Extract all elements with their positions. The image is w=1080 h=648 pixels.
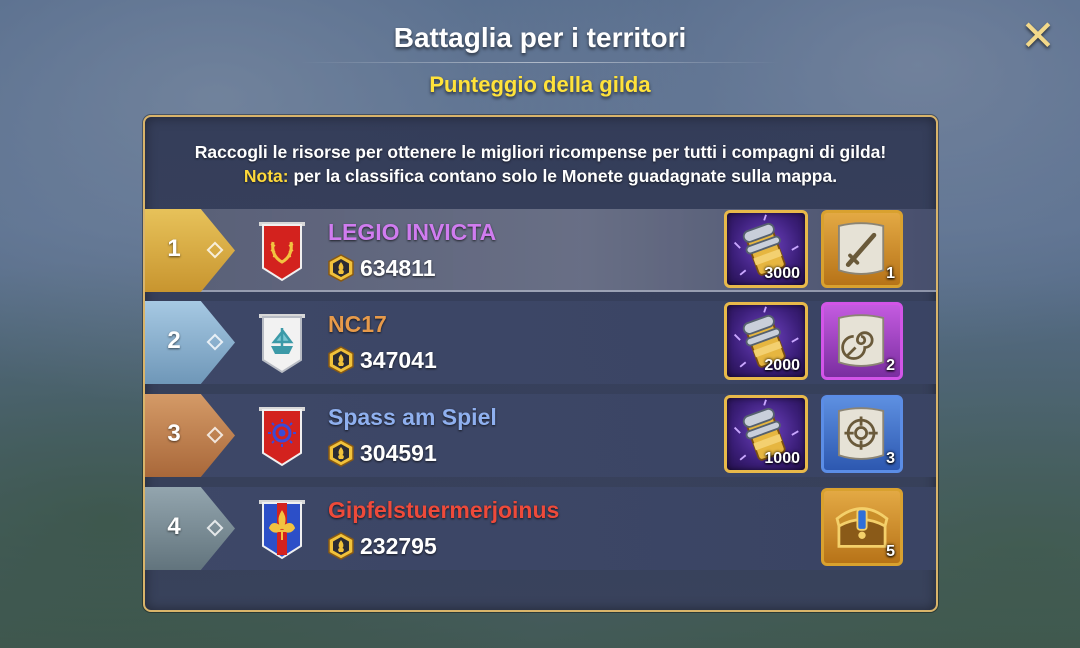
guild-coin-icon: [328, 532, 354, 560]
reward-count: 2: [886, 357, 895, 374]
guild-name: LEGIO INVICTA: [328, 219, 497, 245]
target-map-icon[interactable]: 3: [821, 395, 903, 473]
eye-banner-icon: [257, 405, 307, 467]
description-line: Raccogli le risorse per ottenere le migl…: [194, 142, 887, 162]
page-subtitle: Punteggio della gilda: [429, 72, 651, 97]
reward-count: 3000: [764, 265, 800, 282]
spiral-map-icon[interactable]: 2: [821, 302, 903, 380]
score: 347041: [328, 345, 437, 375]
score: 304591: [328, 438, 437, 468]
score-value: 347041: [360, 346, 437, 373]
reward-count: 1: [886, 265, 895, 282]
guild-coin-icon: [328, 254, 354, 282]
sword-map-icon[interactable]: 1: [821, 210, 903, 288]
reward-count: 3: [886, 450, 895, 467]
leaderboard-row-3[interactable]: 3 Spass am Spiel 304591 1000 3: [145, 394, 936, 477]
treasure-chest-icon[interactable]: 5: [821, 488, 903, 566]
guild-name: Gipfelstuermerjoinus: [328, 497, 560, 523]
guild-name: Spass am Spiel: [328, 404, 497, 430]
close-icon[interactable]: ✕: [1018, 15, 1058, 57]
guild-coin-icon: [328, 439, 354, 467]
score: 232795: [328, 531, 437, 561]
score: 634811: [328, 253, 435, 283]
scroll-bundle-icon[interactable]: 3000: [724, 210, 808, 288]
laurel-wreath-banner-icon: [257, 220, 307, 282]
guild-coin-icon: [328, 346, 354, 374]
rank-number: 2: [167, 327, 181, 354]
rank-number: 4: [167, 513, 181, 540]
note-label: Nota:: [243, 166, 289, 186]
reward-count: 5: [886, 543, 895, 560]
reward-count: 2000: [764, 357, 800, 374]
leaderboard-row-4[interactable]: 4 Gipfelstuermerjoinus 232795 5: [145, 487, 936, 570]
note-line: Nota: per la classifica contano solo le …: [143, 164, 938, 188]
rank-number: 1: [167, 235, 181, 262]
note-text: per la classifica contano solo le Monete…: [288, 166, 838, 186]
score-value: 304591: [360, 439, 437, 466]
score-value: 634811: [360, 254, 436, 281]
reward-count: 1000: [764, 450, 800, 467]
leaderboard-row-2[interactable]: 2 NC17 347041 2000 2: [145, 301, 936, 384]
guild-name: NC17: [328, 311, 387, 337]
rank-number: 3: [167, 420, 181, 447]
title-divider: [300, 62, 780, 63]
score-value: 232795: [360, 532, 437, 559]
scroll-bundle-icon[interactable]: 2000: [724, 302, 808, 380]
ship-banner-icon: [257, 312, 307, 374]
scroll-bundle-icon[interactable]: 1000: [724, 395, 808, 473]
leaderboard-row-1[interactable]: 1 LEGIO INVICTA 634811 3000 1: [145, 209, 936, 292]
description: Raccogli le risorse per ottenere le migl…: [143, 140, 938, 188]
fleur-de-lis-banner-icon: [257, 498, 307, 560]
page-title: Battaglia per i territori: [393, 22, 687, 53]
